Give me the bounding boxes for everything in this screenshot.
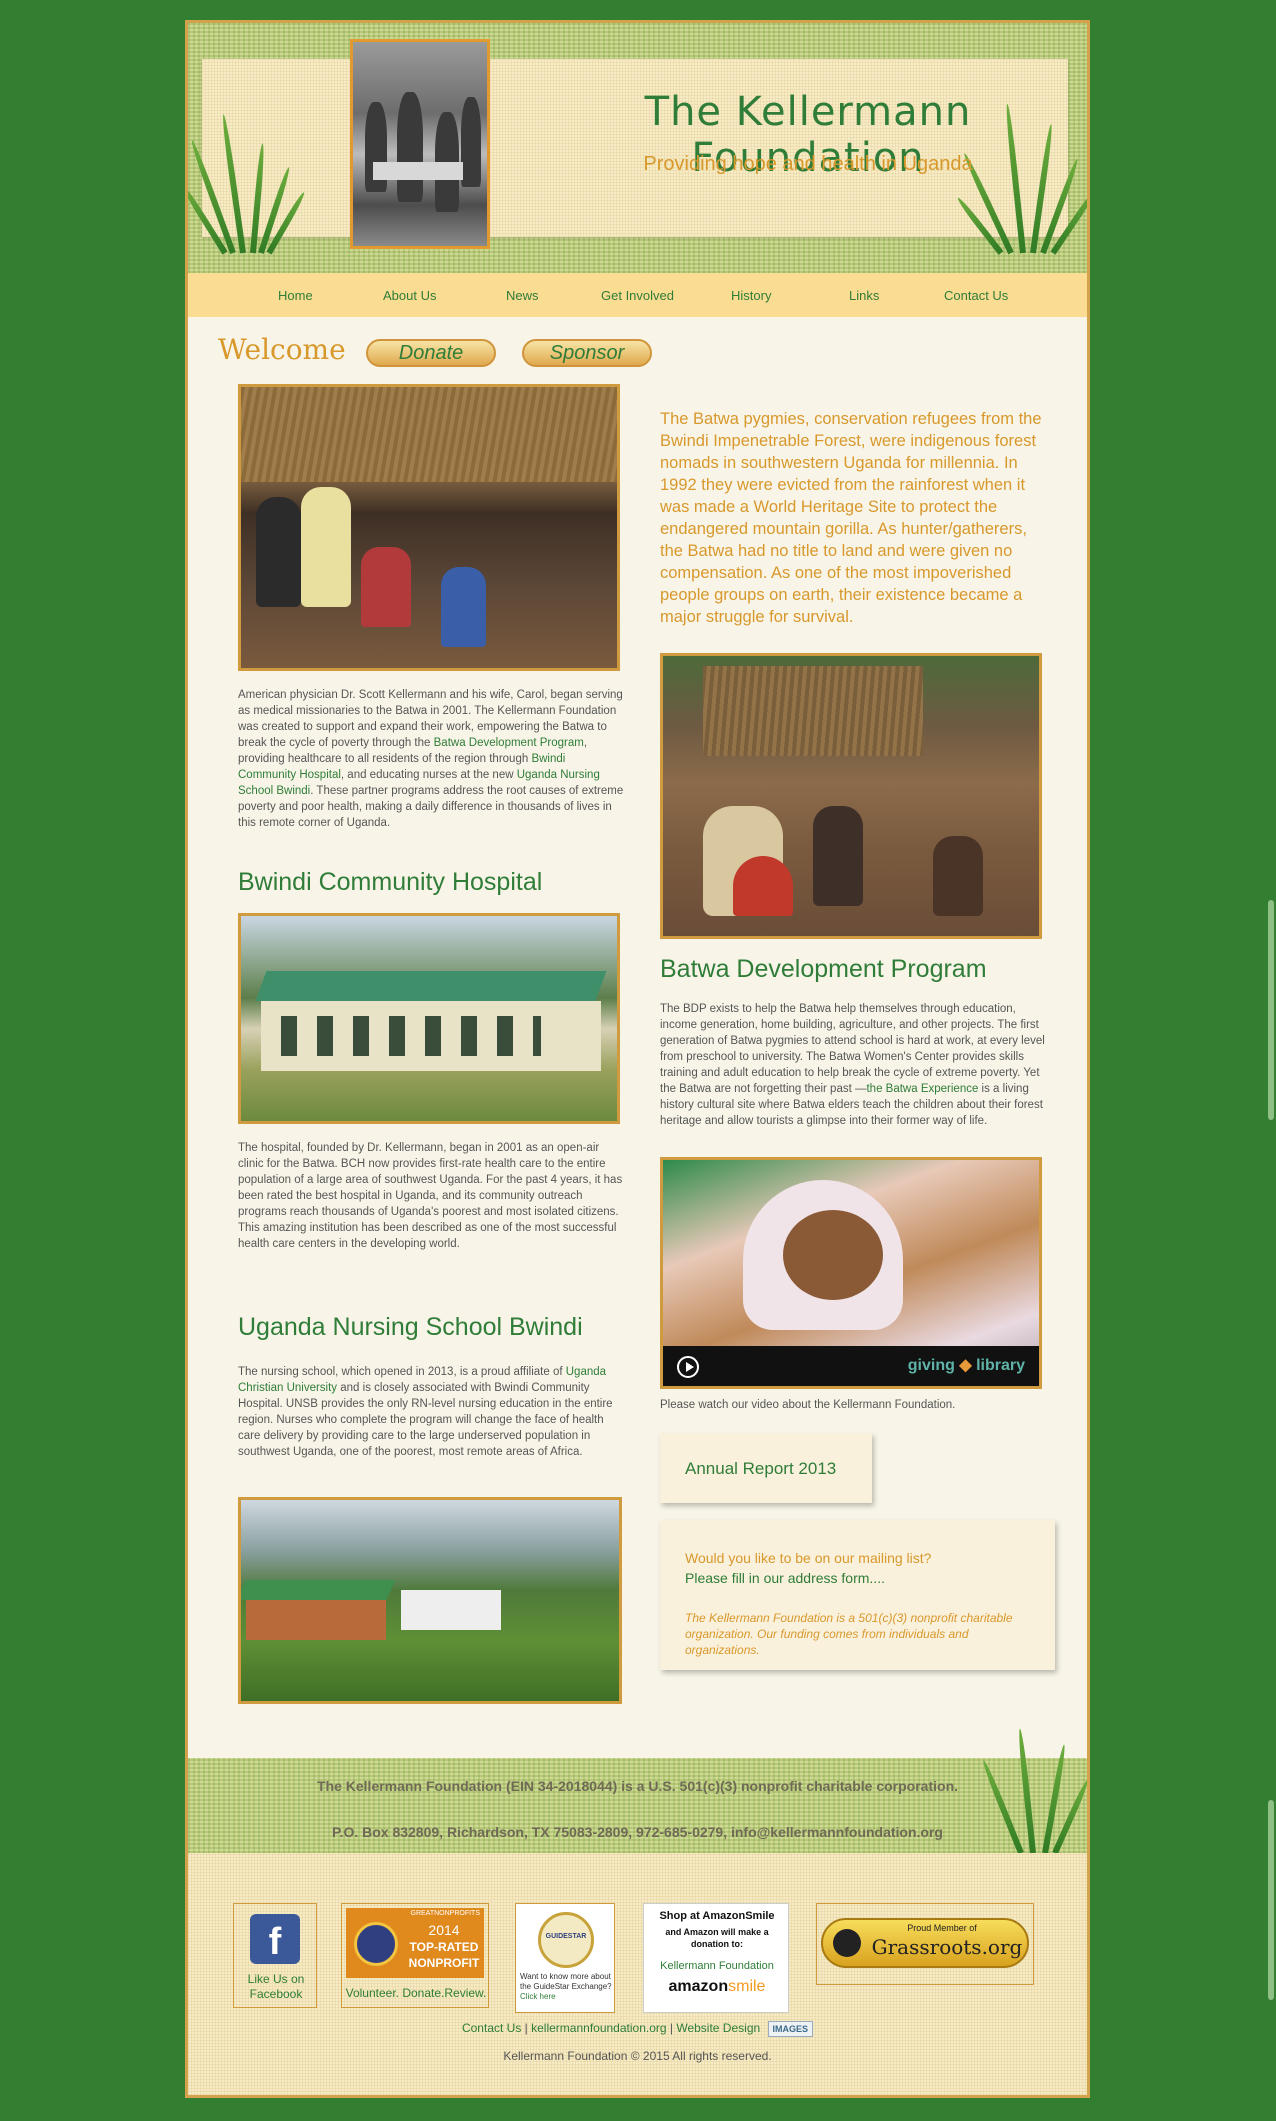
grassroots-name: Grassroots.org	[871, 1935, 1023, 1959]
nonprofit-note: The Kellermann Foundation is a 501(c)(3)…	[685, 1611, 1013, 1657]
giving-library-logo: giving ◆ library	[907, 1357, 1025, 1374]
nursing-school-photo	[238, 1497, 622, 1704]
intro-lead-text: The Batwa pygmies, conservation refugees…	[660, 410, 1042, 626]
amazon-line-2: and Amazon will make a donation to:	[665, 1927, 769, 1949]
gn-year: 2014	[428, 1922, 460, 1938]
donate-button[interactable]: Donate	[366, 339, 496, 367]
main-nav: Home About Us News Get Involved History …	[188, 273, 1087, 317]
facebook-label: Like Us on Facebook	[247, 1972, 305, 2001]
amazonsmile-logo: amazonsmile	[644, 1978, 790, 1996]
scrollbar-thumb-upper[interactable]	[1268, 900, 1274, 1120]
guidestar-logo-text: GUIDESTAR	[545, 1933, 587, 1940]
link-batwa-experience[interactable]: the Batwa Experience	[866, 1083, 978, 1095]
grassroots-seal-icon	[833, 1929, 861, 1957]
annual-report-card[interactable]: Annual Report 2013	[660, 1433, 872, 1503]
copyright: Kellermann Foundation © 2015 All rights …	[503, 2049, 772, 2063]
footer-design-link[interactable]: Website Design	[676, 2021, 760, 2035]
footer-ein-line: The Kellermann Foundation (EIN 34-201804…	[316, 1778, 959, 1794]
nav-news[interactable]: News	[506, 288, 539, 303]
gn-seal-icon	[354, 1922, 398, 1966]
amazon-line-1: Shop at AmazonSmile	[659, 1910, 775, 1922]
footer-address-line: P.O. Box 832809, Richardson, TX 75083-28…	[332, 1824, 943, 1840]
nursing-text-1: The nursing school, which opened in 2013…	[238, 1366, 566, 1378]
facebook-icon: f	[250, 1914, 300, 1964]
video-player[interactable]: giving ◆ library	[660, 1157, 1042, 1389]
facebook-badge[interactable]: f Like Us on Facebook	[233, 1903, 317, 2008]
hospital-paragraph: The hospital, founded by Dr. Kellermann,…	[238, 1142, 623, 1250]
bdp-heading: Batwa Development Program	[660, 955, 987, 983]
batwa-family-photo	[660, 653, 1042, 939]
nav-links[interactable]: Links	[849, 288, 879, 303]
nav-get-involved[interactable]: Get Involved	[601, 288, 674, 303]
sponsor-button[interactable]: Sponsor	[522, 339, 652, 367]
hospital-heading: Bwindi Community Hospital	[238, 868, 543, 896]
amazonsmile-badge[interactable]: Shop at AmazonSmile and Amazon will make…	[643, 1903, 789, 2013]
footer-contact-link[interactable]: Contact Us	[462, 2021, 521, 2035]
nav-home[interactable]: Home	[278, 288, 313, 303]
page-container: The Kellermann Foundation Providing hope…	[185, 20, 1090, 2098]
header-historic-photo	[350, 39, 490, 249]
video-control-bar: giving ◆ library	[663, 1346, 1039, 1386]
images-badge[interactable]: IMAGES	[767, 2021, 814, 2037]
mailing-list-card: Would you like to be on our mailing list…	[660, 1520, 1055, 1670]
grassroots-badge[interactable]: Proud Member of Grassroots.org	[816, 1903, 1034, 1985]
guidestar-click-here-link[interactable]: Click here	[520, 1992, 556, 2001]
nursing-paragraph: The nursing school, which opened in 2013…	[238, 1364, 624, 1460]
nav-history[interactable]: History	[731, 288, 771, 303]
site-header: The Kellermann Foundation Providing hope…	[188, 23, 1087, 273]
grassroots-small-text: Proud Member of	[907, 1923, 977, 1933]
gn-subline: Volunteer. Donate.Review.	[345, 1986, 487, 2000]
guidestar-logo-icon: GUIDESTAR	[538, 1912, 594, 1968]
gn-header: GREATNONPROFITS	[410, 1910, 480, 1917]
grass-left-decoration	[188, 103, 307, 255]
amazon-logo-b: smile	[728, 1978, 766, 1995]
welcome-heading: Welcome	[218, 333, 346, 366]
footer-links: Contact Us | kellermannfoundation.org | …	[188, 2021, 1087, 2037]
footer-info-band: The Kellermann Foundation (EIN 34-201804…	[188, 1728, 1087, 1855]
video-brand-right: library	[976, 1357, 1025, 1374]
guidestar-badge[interactable]: GUIDESTAR Want to know more about the Gu…	[515, 1903, 615, 2013]
bdp-text-1: The BDP exists to help the Batwa help th…	[660, 1003, 1045, 1095]
greatnonprofits-badge[interactable]: GREATNONPROFITS 2014 TOP-RATED NONPROFIT…	[341, 1903, 489, 2008]
hospital-photo	[238, 913, 620, 1124]
amazon-org-name: Kellermann Foundation	[660, 1960, 774, 1972]
scrollbar-thumb-lower[interactable]	[1268, 1800, 1274, 2000]
intro-paragraph: American physician Dr. Scott Kellermann …	[238, 687, 624, 831]
guidestar-text: Want to know more about the GuideStar Ex…	[520, 1972, 612, 1991]
batwa-group-photo	[238, 384, 620, 671]
nursing-heading: Uganda Nursing School Bwindi	[238, 1313, 583, 1341]
nav-contact-us[interactable]: Contact Us	[944, 288, 1008, 303]
gn-nonprofit: NONPROFIT	[408, 1956, 480, 1970]
site-tagline: Providing hope and health in Uganda	[643, 153, 973, 175]
annual-report-link[interactable]: Annual Report 2013	[685, 1459, 836, 1479]
link-batwa-development-program[interactable]: Batwa Development Program	[434, 737, 584, 749]
play-icon[interactable]	[677, 1356, 699, 1378]
intro-text-3: , and educating nurses at the new	[340, 769, 517, 781]
mailing-line-2[interactable]: Please fill in our address form....	[685, 1570, 885, 1586]
grass-footer-decoration	[980, 1728, 1087, 1855]
gn-rated: TOP-RATED	[409, 1940, 479, 1954]
video-caption: Please watch our video about the Kellerm…	[660, 1399, 956, 1411]
footer-site-link[interactable]: kellermannfoundation.org	[531, 2021, 666, 2035]
video-brand-left: giving	[907, 1357, 955, 1374]
amazon-logo-a: amazon	[668, 1978, 729, 1995]
bdp-paragraph: The BDP exists to help the Batwa help th…	[660, 1001, 1050, 1129]
nav-about-us[interactable]: About Us	[383, 288, 436, 303]
mailing-line-1[interactable]: Would you like to be on our mailing list…	[685, 1550, 931, 1566]
